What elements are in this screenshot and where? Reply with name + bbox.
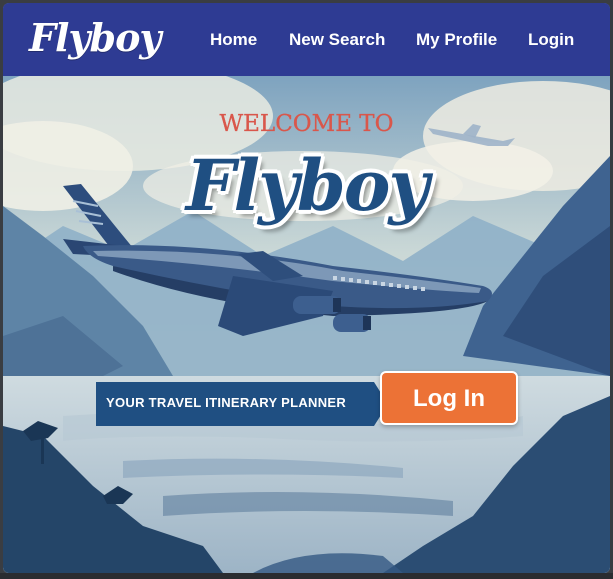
hero-section: WELCOME TO Flyboy YOUR TRAVEL ITINERARY … bbox=[3, 76, 610, 573]
nav-link-new-search[interactable]: New Search bbox=[289, 30, 385, 50]
browser-viewport: Flyboy Home New Search My Profile Login bbox=[3, 3, 610, 573]
welcome-heading: WELCOME TO bbox=[219, 111, 394, 137]
tagline-banner: YOUR TRAVEL ITINERARY PLANNER bbox=[96, 382, 396, 426]
nav-link-my-profile[interactable]: My Profile bbox=[416, 30, 497, 50]
hero-login-button[interactable]: Log In bbox=[380, 371, 518, 425]
nav-links: Home New Search My Profile Login bbox=[3, 3, 610, 76]
nav-link-login[interactable]: Login bbox=[528, 30, 574, 50]
nav-link-home[interactable]: Home bbox=[210, 30, 257, 50]
navbar: Flyboy Home New Search My Profile Login bbox=[3, 3, 610, 76]
tagline-text: YOUR TRAVEL ITINERARY PLANNER bbox=[106, 395, 347, 410]
hero-title: Flyboy bbox=[185, 144, 429, 227]
status-strip bbox=[0, 573, 613, 579]
